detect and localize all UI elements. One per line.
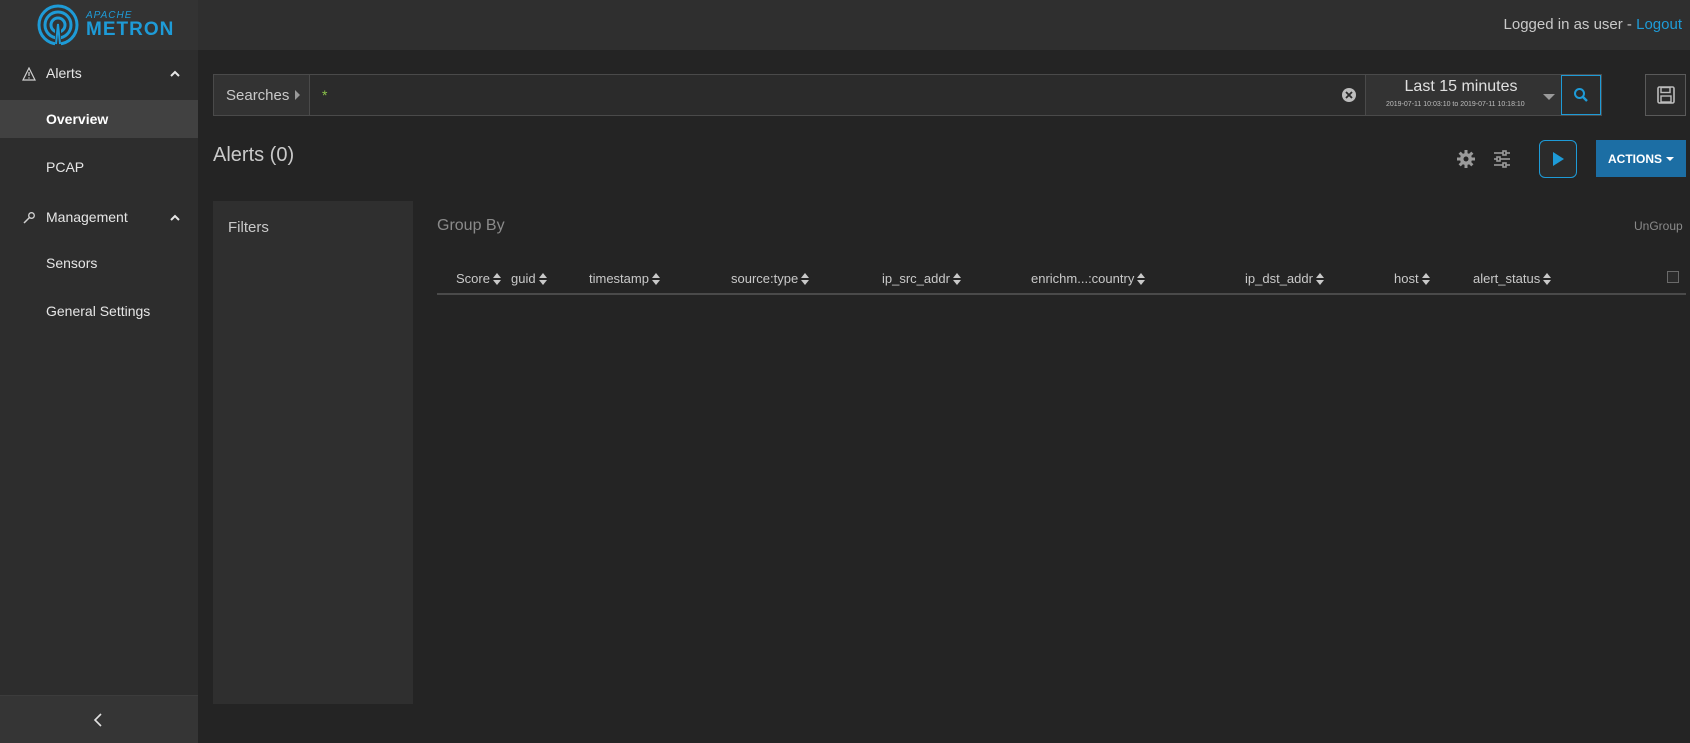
search-button[interactable] [1561, 75, 1601, 115]
caret-down-icon [1543, 94, 1555, 100]
sidebar-section-management[interactable]: Management [0, 194, 198, 242]
column-header-source-type[interactable]: source:type [731, 271, 810, 286]
time-range-detail: 2019-07-11 10:03:10 to 2019-07-11 10:18:… [1386, 101, 1525, 108]
actions-button[interactable]: ACTIONS [1596, 140, 1686, 177]
sidebar-item-label: Overview [46, 111, 109, 127]
sidebar-section-alerts[interactable]: Alerts [0, 50, 198, 98]
search-input[interactable] [310, 75, 1365, 115]
sort-icon [651, 272, 660, 285]
column-header-score[interactable]: Score [456, 271, 501, 286]
column-label: host [1394, 271, 1419, 286]
filters-title: Filters [228, 219, 269, 236]
column-header-ip-src-addr[interactable]: ip_src_addr [882, 271, 961, 286]
sidebar-item-overview[interactable]: Overview [0, 100, 198, 138]
sidebar-item-pcap[interactable]: PCAP [0, 148, 198, 186]
group-by-title: Group By [437, 217, 505, 234]
auto-poll-play-button[interactable] [1539, 140, 1577, 178]
sidebar-collapse-button[interactable] [0, 695, 198, 743]
sort-icon [952, 272, 961, 285]
column-label: timestamp [589, 271, 649, 286]
sidebar-item-label: General Settings [46, 303, 151, 319]
search-bar: Searches Last 15 minutes 2019-07-11 10:0… [213, 74, 1602, 116]
chevron-up-icon [170, 70, 180, 77]
sort-icon [1543, 272, 1552, 285]
page-title: Alerts (0) [213, 144, 295, 166]
login-status: Logged in as user - Logout [1504, 16, 1682, 33]
gear-icon[interactable] [1456, 149, 1476, 169]
play-icon [1553, 152, 1564, 166]
column-label: alert_status [1473, 271, 1541, 286]
metron-logo-icon [37, 4, 79, 46]
query-field [310, 75, 1365, 115]
sort-icon [492, 272, 501, 285]
clear-icon[interactable] [1341, 87, 1357, 103]
save-search-button[interactable] [1645, 74, 1686, 116]
time-range-selector[interactable]: Last 15 minutes 2019-07-11 10:03:10 to 2… [1365, 75, 1561, 115]
column-label: ip_dst_addr [1245, 271, 1313, 286]
column-label: source:type [731, 271, 799, 286]
sidebar-item-general-settings[interactable]: General Settings [0, 292, 198, 330]
sidebar-section-label: Management [46, 209, 128, 225]
chevron-left-icon [93, 713, 102, 727]
sidebar: APACHE METRON Alerts Overview PCAP Manag… [0, 0, 198, 743]
sidebar-section-label: Alerts [46, 65, 82, 81]
actions-label: ACTIONS [1608, 151, 1662, 166]
column-label: enrichm...:country [1031, 271, 1135, 286]
sliders-icon[interactable] [1492, 149, 1512, 169]
sidebar-item-label: PCAP [46, 159, 85, 175]
sort-icon [538, 272, 547, 285]
save-icon [1656, 86, 1675, 104]
chevron-up-icon [170, 214, 180, 221]
wrench-icon [23, 212, 35, 224]
warning-icon [22, 67, 36, 81]
search-icon [1574, 88, 1588, 102]
login-label: Logged in as user - [1503, 16, 1637, 33]
sort-icon [1315, 272, 1324, 285]
column-header-alert-status[interactable]: alert_status [1473, 271, 1552, 286]
sort-icon [1137, 272, 1146, 285]
sort-icon [1421, 272, 1430, 285]
column-label: Score [456, 271, 490, 286]
top-bar: Logged in as user - Logout [198, 0, 1690, 50]
caret-down-icon [1666, 156, 1674, 161]
caret-right-icon [295, 90, 301, 100]
filters-panel: Filters [213, 201, 413, 704]
saved-searches-button[interactable]: Searches [214, 75, 310, 115]
column-label: guid [511, 271, 536, 286]
saved-searches-label: Searches [226, 86, 290, 104]
sidebar-item-sensors[interactable]: Sensors [0, 244, 198, 282]
brand-big: METRON [86, 19, 175, 40]
sort-icon [801, 272, 810, 285]
column-header-host[interactable]: host [1394, 271, 1430, 286]
column-label: ip_src_addr [882, 271, 950, 286]
column-header-guid[interactable]: guid [511, 271, 547, 286]
time-range-title: Last 15 minutes [1404, 78, 1518, 95]
logo-text: APACHE METRON [86, 11, 175, 40]
column-header-timestamp[interactable]: timestamp [589, 271, 660, 286]
ungroup-link[interactable]: UnGroup [1634, 219, 1683, 233]
alerts-table-header: Score guid timestamp source:type ip_src_… [437, 269, 1686, 295]
sidebar-item-label: Sensors [46, 255, 98, 271]
column-header-ip-dst-addr[interactable]: ip_dst_addr [1245, 271, 1324, 286]
select-all-checkbox[interactable] [1667, 271, 1679, 283]
column-header-enrichment-country[interactable]: enrichm...:country [1031, 271, 1146, 286]
logo[interactable]: APACHE METRON [0, 0, 198, 50]
logout-link[interactable]: Logout [1636, 16, 1682, 33]
